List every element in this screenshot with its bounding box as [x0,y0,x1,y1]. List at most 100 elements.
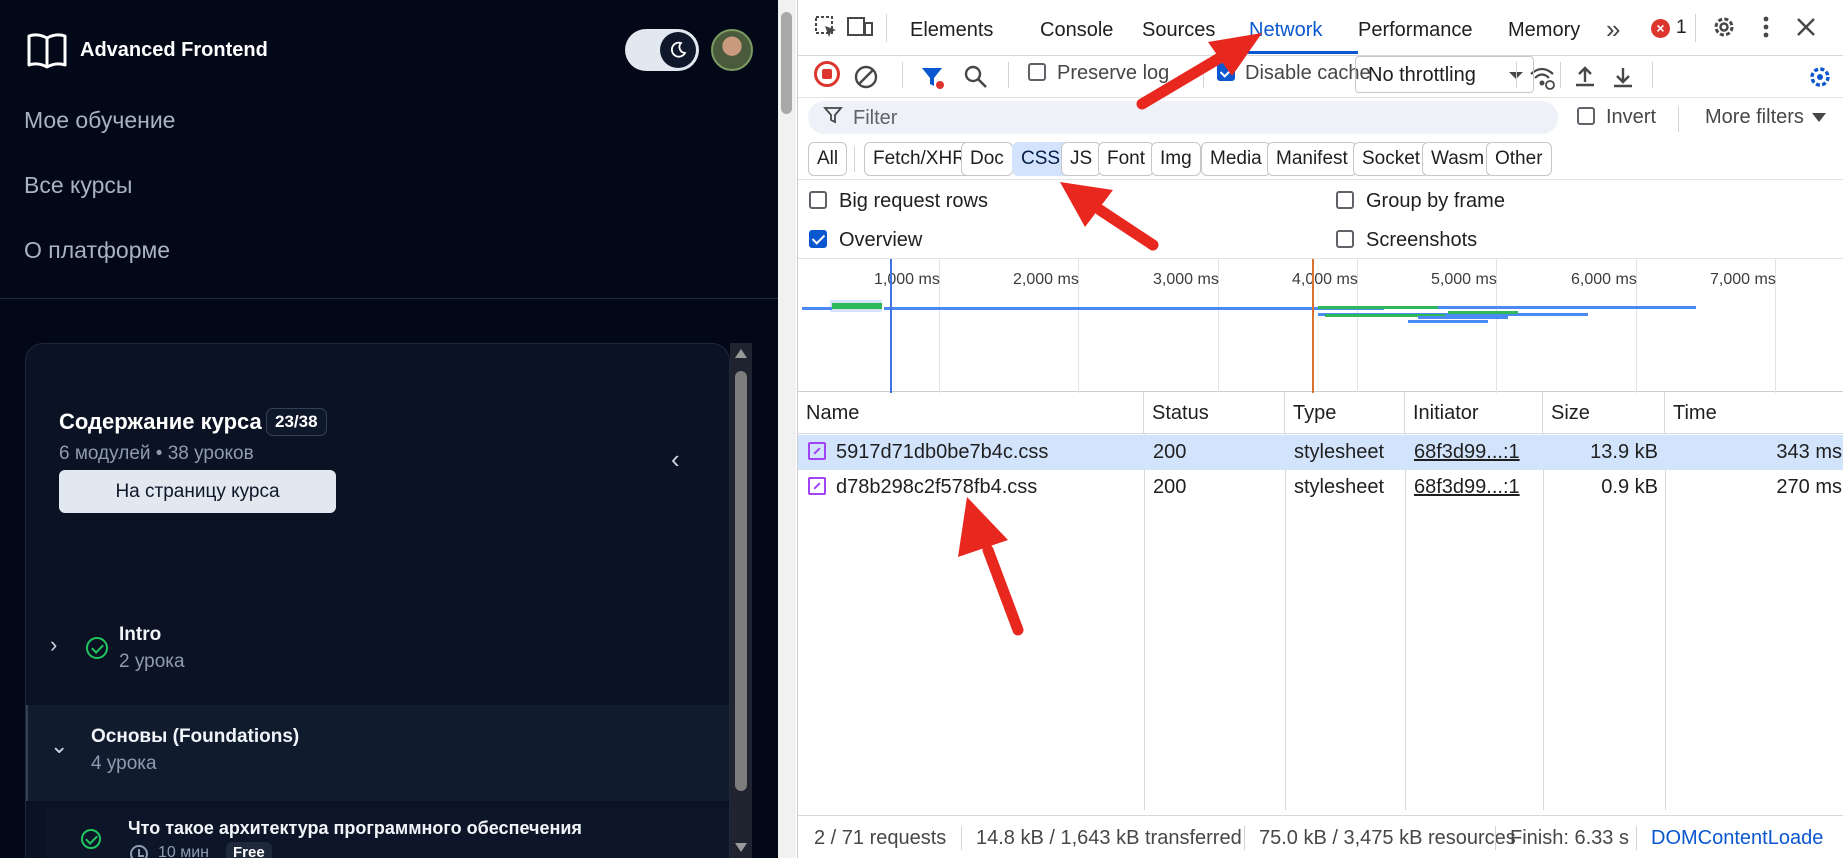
tab-performance[interactable]: Performance [1358,19,1473,42]
network-settings-gear-icon[interactable] [1806,64,1834,92]
request-time: 343 ms [1776,441,1842,463]
brand[interactable]: Advanced Frontend [26,30,268,70]
nav-divider [0,298,778,299]
inspect-element-icon[interactable] [812,14,840,42]
chip-media[interactable]: Media [1201,142,1271,176]
tabbar-separator [886,14,887,42]
invert-checkbox[interactable] [1577,107,1595,125]
panel-scroll-thumb[interactable] [735,371,747,791]
big-request-rows-checkbox[interactable] [809,191,827,209]
status-separator [1244,826,1245,850]
nav-all-courses[interactable]: Все курсы [24,172,132,199]
chip-wasm[interactable]: Wasm [1422,142,1494,176]
export-har-icon[interactable] [1609,64,1637,92]
request-size: 13.9 kB [1590,441,1658,463]
module-title: Основы (Foundations) [91,726,300,747]
filter-funnel-icon[interactable] [918,64,946,92]
chip-js[interactable]: JS [1061,142,1102,176]
tab-sources[interactable]: Sources [1142,19,1215,42]
page-scroll-thumb[interactable] [781,12,792,114]
toolbar-separator [1203,62,1204,88]
module-foundations[interactable]: ⌄ Основы (Foundations) 4 урока [26,705,729,801]
table-row[interactable]: 5917d71db0be7b4c.css 200 stylesheet 68f3… [798,435,1843,470]
chip-fetch-xhr[interactable]: Fetch/XHR [864,142,975,176]
column-header-type[interactable]: Type [1285,392,1405,434]
more-tabs-icon[interactable]: » [1606,14,1620,45]
status-separator [961,826,962,850]
page-scrollbar[interactable] [778,0,796,858]
module-intro[interactable]: › Intro 2 урока [26,604,729,704]
request-initiator-link[interactable]: 68f3d99...:1 [1414,435,1542,470]
group-by-frame-label: Group by frame [1366,190,1505,212]
module-lesson-count: 4 урока [91,753,157,774]
nav-my-learning[interactable]: Мое обучение [24,107,175,134]
dcl-marker [890,259,892,393]
column-header-time[interactable]: Time [1665,392,1843,434]
record-stop-icon[interactable] [814,61,840,87]
column-header-status[interactable]: Status [1144,392,1285,434]
tab-elements[interactable]: Elements [910,19,993,42]
clear-icon[interactable] [852,64,880,92]
chip-manifest[interactable]: Manifest [1267,142,1357,176]
request-type: stylesheet [1294,441,1385,463]
nav-about-platform[interactable]: О платформе [24,237,170,264]
timeline-tick-label: 2,000 ms [1013,271,1079,288]
chip-socket[interactable]: Socket [1353,142,1430,176]
overview-timeline[interactable]: 1,000 ms 2,000 ms 3,000 ms 4,000 ms 5,00… [798,258,1843,393]
tab-memory[interactable]: Memory [1508,19,1580,42]
more-filters-dropdown[interactable]: More filters [1705,106,1826,129]
filter-input[interactable]: Filter [808,101,1558,134]
chip-doc[interactable]: Doc [961,142,1013,176]
throttling-select[interactable]: No throttling [1355,56,1534,93]
scroll-up-arrow-icon[interactable] [735,349,747,358]
device-toggle-icon[interactable] [846,14,874,42]
collapse-chevron-icon[interactable]: ‹ [671,444,680,475]
overview-checkbox[interactable] [809,230,827,248]
tab-console[interactable]: Console [1040,19,1113,42]
chip-all[interactable]: All [808,142,848,176]
site-page: Advanced Frontend Мое обучение Все курсы… [0,0,783,858]
chip-separator [854,146,855,172]
lesson-duration: 10 мин [158,844,210,858]
module-lesson-count: 2 урока [119,651,185,672]
request-time: 270 ms [1776,476,1842,498]
screenshots-checkbox[interactable] [1336,230,1354,248]
lesson-item[interactable]: Что такое архитектура программного обесп… [46,809,729,858]
request-status: 200 [1153,476,1187,498]
avatar[interactable] [711,29,753,71]
error-counter[interactable]: × 1 [1651,17,1687,39]
disable-cache-checkbox[interactable] [1217,63,1235,81]
table-row[interactable]: d78b298c2f578fb4.css 200 stylesheet 68f3… [798,470,1843,505]
close-devtools-icon[interactable] [1792,14,1820,42]
column-header-name[interactable]: Name [798,392,1144,434]
request-name-cell: 5917d71db0be7b4c.css [808,435,1142,470]
options-row-1: Big request rows Group by frame [798,181,1843,219]
panel-scrollbar[interactable] [730,343,752,858]
timeline-tick-label: 4,000 ms [1292,271,1358,288]
tab-network[interactable]: Network [1249,19,1322,42]
course-page-button[interactable]: На страницу курса [59,470,336,513]
chip-img[interactable]: Img [1151,142,1201,176]
timeline-tick-label: 5,000 ms [1431,271,1497,288]
request-name-cell: d78b298c2f578fb4.css [808,470,1142,505]
free-badge: Free [226,842,272,858]
theme-toggle[interactable] [625,29,699,71]
invert-label: Invert [1606,106,1657,128]
request-initiator-link[interactable]: 68f3d99...:1 [1414,470,1542,505]
finish-time: Finish: 6.33 s [1510,827,1629,849]
timeline-bar [1448,311,1518,314]
import-har-icon[interactable] [1571,64,1599,92]
chip-font[interactable]: Font [1098,142,1155,176]
request-name: d78b298c2f578fb4.css [836,476,1038,498]
tabbar-separator [1695,14,1696,42]
group-by-frame-checkbox[interactable] [1336,191,1354,209]
preserve-log-checkbox[interactable] [1028,63,1046,81]
scroll-down-arrow-icon[interactable] [735,843,747,852]
chip-other[interactable]: Other [1486,142,1552,176]
search-icon[interactable] [962,64,990,92]
filter-funnel-icon [823,105,843,131]
column-header-size[interactable]: Size [1543,392,1665,434]
settings-gear-icon[interactable] [1710,14,1738,42]
column-header-initiator[interactable]: Initiator [1405,392,1543,434]
kebab-menu-icon[interactable] [1752,14,1780,42]
